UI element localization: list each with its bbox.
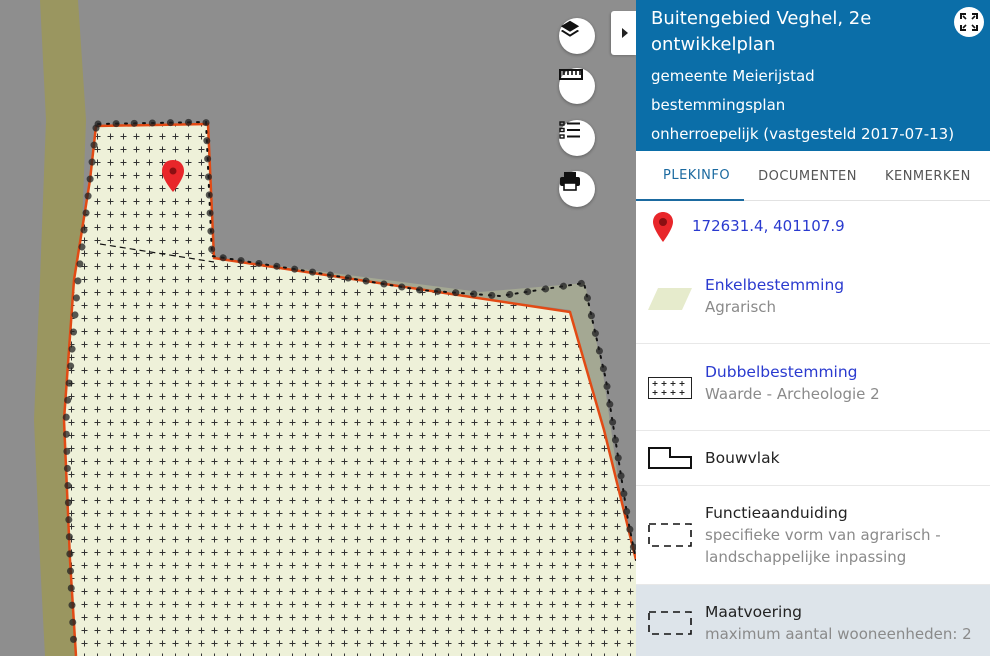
fullscreen-icon (960, 13, 978, 31)
tab-plekinfo[interactable]: PLEKINFO (636, 151, 745, 201)
measure-button[interactable] (559, 68, 595, 104)
maatvoering-symbol-icon (648, 611, 692, 635)
archeologie-symbol-icon (648, 377, 692, 399)
item-title-enkelbestemming[interactable]: Enkelbestemming (705, 274, 844, 296)
map-marker-icon (653, 212, 673, 242)
item-subtitle-maatvoering: maximum aantal wooneenheden: 2 (705, 625, 972, 643)
location-row: 172631.4, 401107.9 (636, 201, 990, 253)
fullscreen-button[interactable] (954, 7, 984, 37)
ruler-icon (559, 69, 583, 80)
panel-tabs: PLEKINFO DOCUMENTEN KENMERKEN (636, 151, 990, 201)
plan-municipality: gemeente Meierijstad (651, 67, 815, 85)
list-icon (559, 121, 580, 139)
item-maatvoering[interactable]: Maatvoering maximum aantal wooneenheden:… (636, 585, 990, 656)
item-dubbelbestemming[interactable]: Dubbelbestemming Waarde - Archeologie 2 (636, 344, 990, 431)
archeologie-pattern (64, 124, 636, 656)
bouwvlak-symbol-icon (648, 447, 692, 469)
layers-icon (560, 20, 580, 37)
item-title-dubbelbestemming[interactable]: Dubbelbestemming (705, 361, 880, 383)
plan-status: onherroepelijk (vastgesteld 2017-07-13) (651, 125, 955, 143)
print-button[interactable] (559, 171, 595, 207)
coordinates[interactable]: 172631.4, 401107.9 (692, 217, 845, 235)
item-title-functieaanduiding: Functieaanduiding (705, 504, 848, 522)
item-subtitle-enkelbestemming: Agrarisch (705, 298, 777, 316)
layers-button[interactable] (559, 18, 595, 54)
printer-icon (560, 172, 580, 191)
item-bouwvlak[interactable]: Bouwvlak (636, 431, 990, 486)
chevron-right-icon (622, 28, 628, 38)
item-title-maatvoering: Maatvoering (705, 603, 802, 621)
item-title-bouwvlak: Bouwvlak (705, 449, 780, 467)
panel-header: Buitengebied Veghel, 2e ontwikkelplan ge… (636, 0, 990, 151)
info-panel: Buitengebied Veghel, 2e ontwikkelplan ge… (636, 0, 990, 656)
item-functieaanduiding[interactable]: Functieaanduiding specifieke vorm van ag… (636, 486, 990, 585)
item-subtitle-functieaanduiding: specifieke vorm van agrarisch - landscha… (705, 526, 941, 566)
functieaanduiding-symbol-icon (648, 523, 692, 547)
plan-title: Buitengebied Veghel, 2e ontwikkelplan (651, 8, 872, 55)
plan-type: bestemmingsplan (651, 96, 786, 114)
legend-button[interactable] (559, 120, 595, 156)
collapse-panel-button[interactable] (611, 11, 636, 55)
agrarisch-symbol-icon (648, 288, 692, 310)
map-view[interactable] (0, 0, 636, 656)
item-enkelbestemming[interactable]: Enkelbestemming Agrarisch (636, 253, 990, 344)
tab-documenten[interactable]: DOCUMENTEN (744, 151, 871, 201)
tab-kenmerken[interactable]: KENMERKEN (871, 151, 985, 201)
item-subtitle-dubbelbestemming: Waarde - Archeologie 2 (705, 385, 880, 403)
map-canvas[interactable] (0, 0, 636, 656)
